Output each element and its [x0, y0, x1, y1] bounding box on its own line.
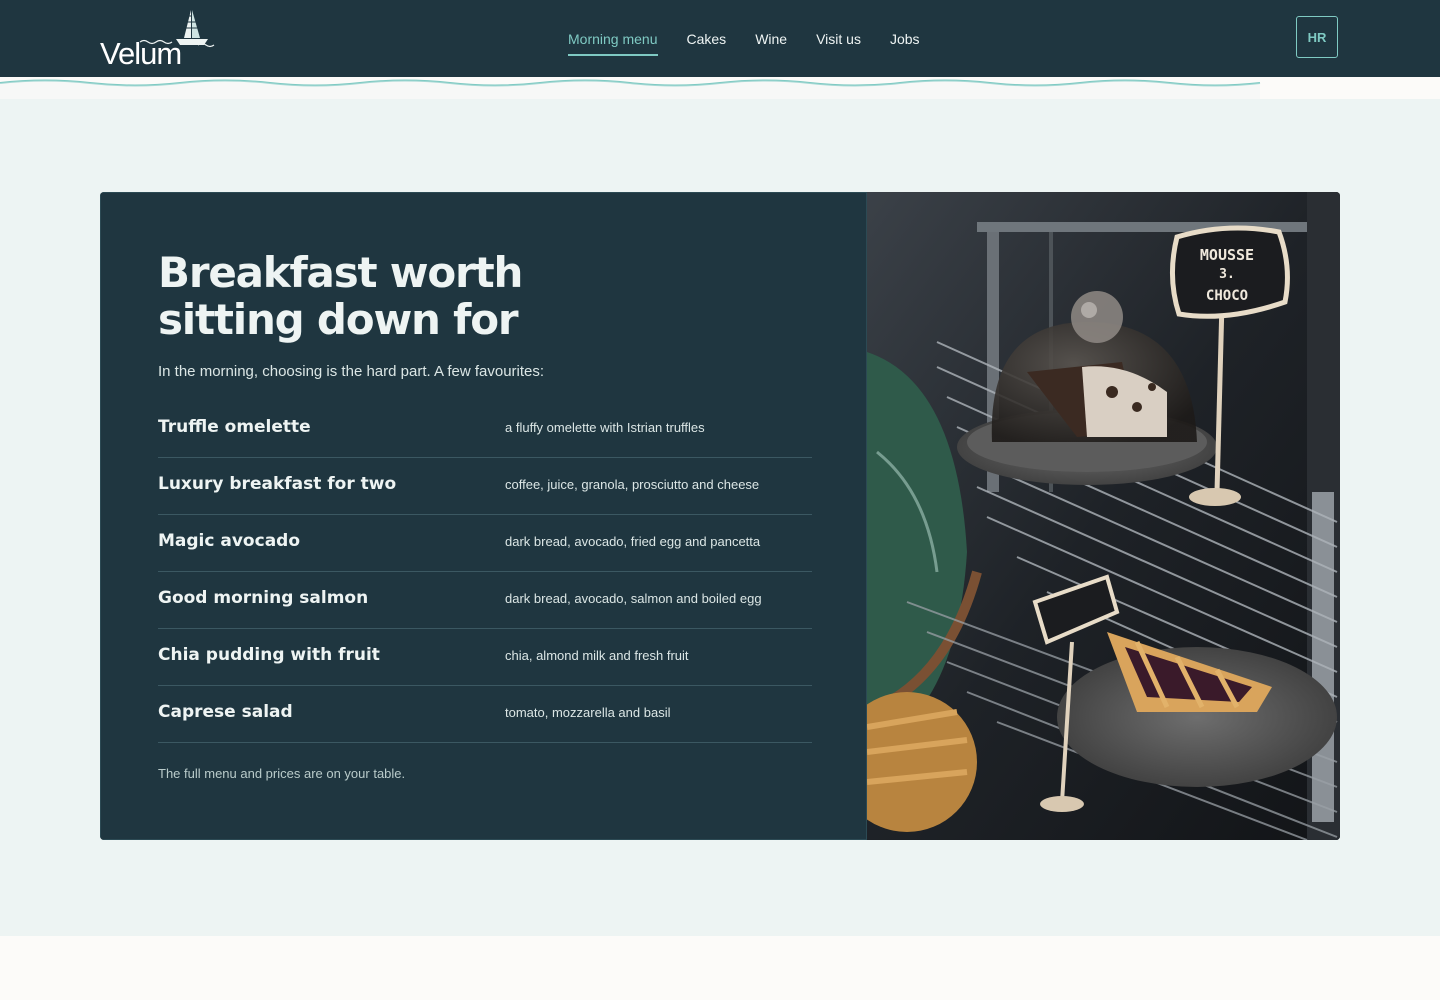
dish-description: a fluffy omelette with Istrian truffles	[505, 420, 705, 435]
dish-description: coffee, juice, granola, prosciutto and c…	[505, 477, 760, 492]
nav-morning-menu[interactable]: Morning menu	[568, 25, 658, 56]
page-bottom-area	[0, 936, 1440, 1000]
menu-item: Chia pudding with fruit chia, almond mil…	[158, 629, 812, 686]
dish-description: chia, almond milk and fresh fruit	[505, 648, 689, 663]
menu-item: Luxury breakfast for two coffee, juice, …	[158, 458, 812, 515]
dish-name: Caprese salad	[158, 702, 293, 722]
sign-text-line-3: CHOCO	[1206, 288, 1248, 304]
language-toggle-button[interactable]: HR	[1296, 16, 1338, 58]
dish-name: Truffle omelette	[158, 417, 311, 437]
page-title: Breakfast worth sitting down for	[158, 249, 578, 343]
sign-text-line-1: MOUSSE	[1200, 246, 1254, 264]
dish-description: tomato, mozzarella and basil	[505, 705, 671, 720]
nav-visit-us[interactable]: Visit us	[816, 25, 861, 53]
dish-name: Magic avocado	[158, 531, 301, 551]
nav-jobs[interactable]: Jobs	[890, 25, 920, 53]
menu-item: Truffle omelette a fluffy omelette with …	[158, 401, 812, 458]
dish-description: dark bread, avocado, salmon and boiled e…	[505, 591, 762, 606]
dish-description: dark bread, avocado, fried egg and pance…	[505, 534, 761, 549]
menu-card: Breakfast worth sitting down for In the …	[100, 192, 1340, 840]
dish-name: Chia pudding with fruit	[158, 645, 380, 665]
menu-item: Magic avocado dark bread, avocado, fried…	[158, 515, 812, 572]
menu-footnote: The full menu and prices are on your tab…	[158, 766, 406, 781]
pastry-display-photo: MOUSSE 3. CHOCO	[837, 192, 1340, 840]
main-navigation: Morning menu Cakes Wine Visit us Jobs	[568, 0, 920, 77]
velum-logo[interactable]: Velum	[100, 8, 215, 71]
site-header: Velum Morning menu Cakes Wine Visit us J…	[0, 0, 1440, 77]
nav-wine[interactable]: Wine	[755, 25, 787, 53]
dish-name: Luxury breakfast for two	[158, 474, 397, 494]
sign-text-line-2: 3.	[1219, 267, 1235, 282]
title-line-2: sitting down for	[158, 295, 519, 344]
nav-cakes[interactable]: Cakes	[687, 25, 727, 53]
cake-display-illustration: MOUSSE 3. CHOCO	[837, 192, 1340, 840]
logo-wordmark: Velum	[100, 36, 182, 71]
menu-panel: Breakfast worth sitting down for In the …	[100, 192, 867, 840]
title-line-1: Breakfast worth	[158, 248, 523, 297]
dish-name: Good morning salmon	[158, 588, 369, 608]
menu-list: Truffle omelette a fluffy omelette with …	[158, 401, 812, 743]
wave-divider	[0, 77, 1440, 99]
menu-item: Good morning salmon dark bread, avocado,…	[158, 572, 812, 629]
intro-text: In the morning, choosing is the hard par…	[158, 363, 545, 380]
menu-item: Caprese salad tomato, mozzarella and bas…	[158, 686, 812, 743]
